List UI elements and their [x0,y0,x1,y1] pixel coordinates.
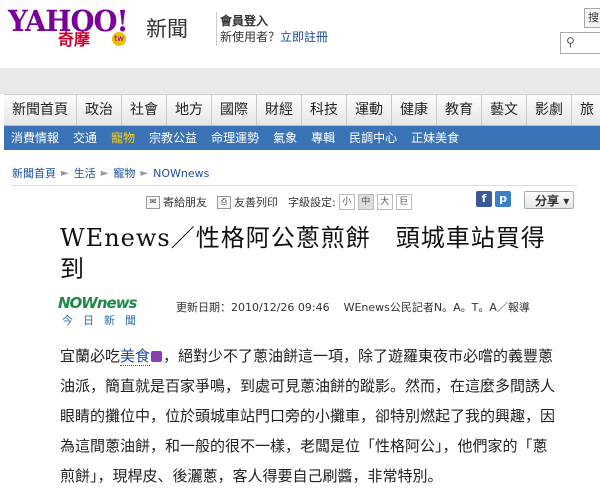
subnav-item[interactable]: 宗教公益 [142,126,204,150]
nav-item[interactable]: 地方 [167,95,212,125]
nav-item[interactable]: 教育 [437,95,482,125]
send-friend-link[interactable]: 寄給朋友 [163,194,207,210]
social-buttons: f p [476,191,514,207]
font-size-medium[interactable]: 中 [357,194,374,210]
chevron-down-icon: ▾ [563,194,570,208]
body-text-1: 宜蘭必吃 [60,347,121,365]
nownews-logo[interactable]: NOWnews 今日新聞 [58,294,172,327]
print-link[interactable]: 友善列印 [234,194,278,210]
logo-badge-icon: tw [112,32,126,46]
font-size-large[interactable]: 大 [376,194,393,210]
subnav-item[interactable]: 寵物 [104,126,142,150]
subnav-item[interactable]: 氣象 [266,126,304,150]
nownews-logo-text: NOWnews [58,294,138,312]
breadcrumb-separator-icon: ► [140,167,149,179]
nav-item[interactable]: 社會 [122,95,167,125]
nav-item[interactable]: 科技 [302,95,347,125]
nav-item[interactable]: 政治 [77,95,122,125]
section-title[interactable]: 新聞 [146,13,188,43]
share-label: 分享 [535,194,560,208]
breadcrumb-link[interactable]: NOWnews [153,167,209,180]
facebook-icon[interactable]: f [476,191,492,207]
nav-item[interactable]: 健康 [392,95,437,125]
breadcrumb: 新聞首頁 ► 生活 ► 寵物 ► NOWnews [12,165,209,181]
envelope-icon: ✉ [146,195,160,209]
nav-item[interactable]: 影劇 [527,95,572,125]
nav-item[interactable]: 財經 [257,95,302,125]
subnav-item[interactable]: 正妹美食 [404,126,466,150]
member-login-link[interactable]: 會員登入 [220,12,268,29]
subnav-item[interactable]: 消費情報 [4,126,66,150]
signup-prefix: 新使用者？ [220,30,281,44]
food-link[interactable]: 美食 [120,347,151,366]
signup-line: 新使用者？立即註冊 [220,28,328,45]
breadcrumb-separator-icon: ► [100,167,109,179]
printer-icon: ⎙ [217,195,231,209]
nav-item[interactable]: 國際 [212,95,257,125]
article-body: 宜蘭必吃美食 ，絕對少不了蔥油餅這一項，除了遊羅東夜市必嚐的義豐蔥油派，簡直就是百… [60,341,560,491]
subnav-item[interactable]: 命理運勢 [204,126,266,150]
updated-label: 更新日期： [176,301,231,314]
breadcrumb-link[interactable]: 新聞首頁 [12,165,56,181]
yahoo-logo-sub: 奇摩 [58,30,91,49]
nownews-logo-sub: 今日新聞 [62,314,146,327]
breadcrumb-separator-icon: ► [61,167,69,179]
share-button[interactable]: 分享 ▾ [524,191,574,209]
signup-link[interactable]: 立即註冊 [280,30,328,44]
article-author: WEnews公民記者N。A。T。A／報導 [343,301,530,314]
header-band [0,68,600,94]
nav-item[interactable]: 藝文 [482,95,527,125]
breadcrumb-link[interactable]: 寵物 [113,165,135,181]
plurk-icon[interactable]: p [495,191,511,207]
updated-date: 2010/12/26 09:46 [231,301,330,314]
article-headline: WEnews／性格阿公蔥煎餅 頭城車站買得到 [60,224,546,283]
ad-tag-icon[interactable] [151,351,163,362]
font-size-huge[interactable]: 巨 [395,194,412,210]
search-icon: ⚲ [566,35,575,49]
font-size-label: 字級設定: [288,196,336,209]
search-button[interactable]: 搜 [584,8,600,28]
article-meta: 更新日期：2010/12/26 09:46 WEnews公民記者N。A。T。A／報… [176,299,530,315]
main-nav: 新聞首頁 政治 社會 地方 國際 財經 科技 運動 健康 教育 藝文 影劇旅 [4,94,600,126]
subnav-item[interactable]: 交通 [66,126,104,150]
divider [12,185,577,186]
nav-item[interactable]: 旅 [572,95,600,125]
body-text-2: ，絕對少不了蔥油餅這一項，除了遊羅東夜市必嚐的義豐蔥油派，簡直就是百家爭鳴，到處… [60,347,556,485]
article-toolbar: ✉ 寄給朋友 ⎙ 友善列印 字級設定: 小 中 大 巨 [146,193,412,211]
sub-nav: 消費情報 交通 寵物 宗教公益 命理運勢 氣象 專輯 民調中心 正妹美食 [4,126,600,150]
header-divider [216,12,217,46]
subnav-item[interactable]: 民調中心 [342,126,404,150]
nav-item[interactable]: 新聞首頁 [4,95,77,125]
subnav-item[interactable]: 專輯 [304,126,342,150]
nav-item[interactable]: 運動 [347,95,392,125]
site-header: YAHOO! 奇摩 tw 新聞 會員登入 新使用者？立即註冊 搜 ⚲ [0,0,600,68]
font-size-small[interactable]: 小 [338,194,355,210]
breadcrumb-link[interactable]: 生活 [74,165,96,181]
